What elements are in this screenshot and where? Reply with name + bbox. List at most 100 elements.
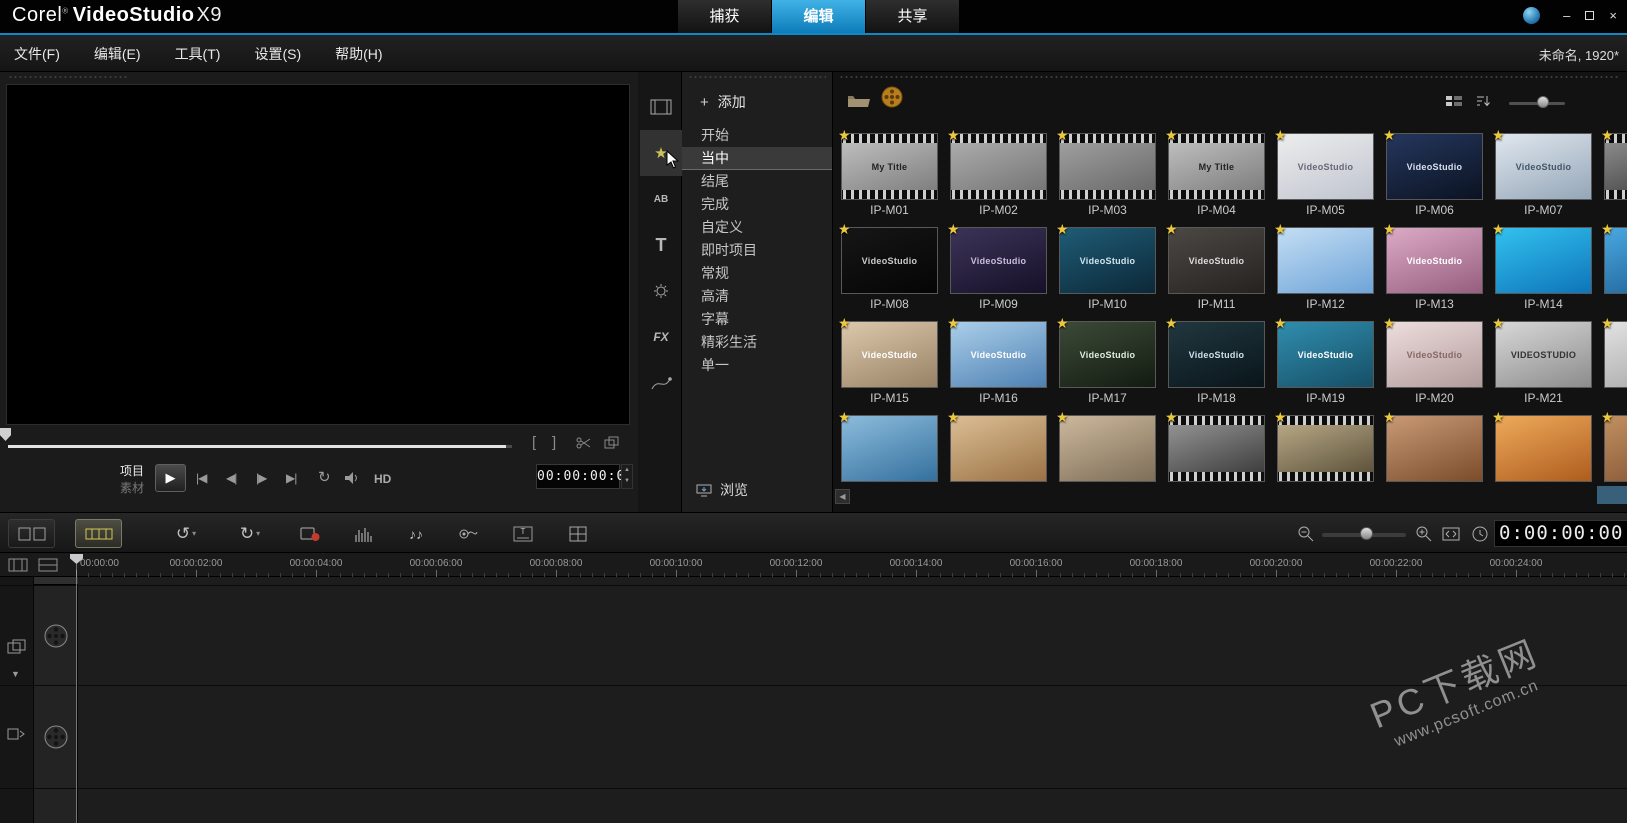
- gallery-thumbnail[interactable]: VideoStudio★: [1386, 321, 1483, 388]
- timecode-stepper[interactable]: ▲ ▼: [621, 464, 633, 489]
- gallery-item[interactable]: ★: [1380, 412, 1489, 487]
- gallery-scroll-left-button[interactable]: ◀: [835, 489, 850, 504]
- mark-out-button[interactable]: ]: [552, 434, 556, 451]
- gallery-item-ip-m17[interactable]: VideoStudio★IP-M17: [1053, 318, 1162, 412]
- gallery-thumbnail[interactable]: ★: [1495, 227, 1592, 294]
- gallery-item-ip-m02[interactable]: ★IP-M02: [944, 130, 1053, 224]
- thumbnail-size-knob[interactable]: [1537, 96, 1549, 108]
- gallery-thumbnail[interactable]: ★: [1604, 321, 1627, 388]
- gallery-item-ip-m01[interactable]: My Title★IP-M01: [835, 130, 944, 224]
- tab-edit[interactable]: 编辑: [772, 0, 865, 33]
- gallery-item-ip-m12[interactable]: ★IP-M12: [1271, 224, 1380, 318]
- filter-icon[interactable]: FX: [640, 314, 682, 360]
- category-item[interactable]: 自定义: [682, 216, 832, 239]
- gallery-thumbnail[interactable]: VideoStudio★: [950, 321, 1047, 388]
- gallery-thumbnail[interactable]: VideoStudio★: [1059, 227, 1156, 294]
- menu-item-help[interactable]: 帮助(H): [335, 44, 382, 64]
- category-item[interactable]: 当中: [682, 147, 832, 170]
- gallery-thumbnail[interactable]: VideoStudio★: [1168, 227, 1265, 294]
- undo-button[interactable]: ↺▾: [168, 519, 204, 548]
- gallery-item[interactable]: ★: [835, 412, 944, 487]
- gallery-item[interactable]: ★: [1053, 412, 1162, 487]
- gallery-thumbnail[interactable]: ★: [1604, 415, 1627, 482]
- home-button[interactable]: |◀: [196, 471, 206, 485]
- gallery-item-ip-m21[interactable]: VIDEOSTUDIO★IP-M21: [1489, 318, 1598, 412]
- project-mode-label[interactable]: 项目: [120, 462, 144, 479]
- add-category-button[interactable]: +添加: [700, 92, 746, 112]
- motion-tracking-icon[interactable]: [450, 519, 486, 548]
- gallery-item-ip-m18[interactable]: VideoStudio★IP-M18: [1162, 318, 1271, 412]
- gallery-thumbnail[interactable]: ★: [1604, 227, 1627, 294]
- category-item[interactable]: 单一: [682, 354, 832, 377]
- gallery-thumbnail[interactable]: ★: [1059, 415, 1156, 482]
- gallery-item[interactable]: ★: [1598, 224, 1627, 318]
- close-button[interactable]: ×: [1609, 9, 1617, 22]
- gallery-item-ip-m15[interactable]: VideoStudio★IP-M15: [835, 318, 944, 412]
- menu-item-edit[interactable]: 编辑(E): [94, 44, 141, 64]
- browse-button[interactable]: 浏览: [696, 480, 748, 500]
- gallery-item-ip-m13[interactable]: VideoStudio★IP-M13: [1380, 224, 1489, 318]
- gallery-thumbnail[interactable]: VideoStudio★: [841, 321, 938, 388]
- redo-button[interactable]: ↻▾: [232, 519, 268, 548]
- zoom-out-icon[interactable]: [1292, 519, 1318, 548]
- scrub-marker[interactable]: [0, 428, 11, 441]
- gallery-item[interactable]: ★: [1598, 130, 1627, 224]
- gallery-item-ip-m10[interactable]: VideoStudio★IP-M10: [1053, 224, 1162, 318]
- gallery-item-ip-m04[interactable]: My Title★IP-M04: [1162, 130, 1271, 224]
- gallery-thumbnail[interactable]: ★: [1604, 133, 1627, 200]
- gallery-thumbnail[interactable]: ★: [841, 415, 938, 482]
- gallery-item[interactable]: ★: [1271, 412, 1380, 487]
- overlay-track-icon[interactable]: [43, 724, 69, 750]
- gallery-item[interactable]: ★: [1162, 412, 1271, 487]
- timeline-ruler[interactable]: 00:00:0000:00:02:0000:00:04:0000:00:06:0…: [0, 553, 1627, 577]
- gallery-thumbnail[interactable]: VideoStudio★: [1277, 133, 1374, 200]
- track-manager-icon[interactable]: [8, 558, 28, 572]
- menu-item-settings[interactable]: 设置(S): [254, 44, 301, 64]
- split-clip-icon[interactable]: [576, 436, 592, 450]
- auto-music-icon[interactable]: ♪♪: [398, 519, 434, 548]
- category-item[interactable]: 精彩生活: [682, 331, 832, 354]
- gallery-item-ip-m08[interactable]: VideoStudio★IP-M08: [835, 224, 944, 318]
- gallery-thumbnail[interactable]: My Title★: [841, 133, 938, 200]
- gallery-thumbnail[interactable]: ★: [950, 415, 1047, 482]
- gallery-thumbnail[interactable]: ★: [1495, 415, 1592, 482]
- gallery-thumbnail[interactable]: ★: [950, 133, 1047, 200]
- clip-mode-label[interactable]: 素材: [120, 479, 144, 496]
- gallery-item[interactable]: ★: [944, 412, 1053, 487]
- gallery-item-ip-m14[interactable]: ★IP-M14: [1489, 224, 1598, 318]
- gallery-thumbnail[interactable]: VideoStudio★: [1495, 133, 1592, 200]
- gallery-thumbnail[interactable]: VideoStudio★: [1059, 321, 1156, 388]
- gallery-item-ip-m07[interactable]: VideoStudio★IP-M07: [1489, 130, 1598, 224]
- repeat-button[interactable]: ↻: [318, 468, 331, 486]
- gallery-thumbnail[interactable]: My Title★: [1168, 133, 1265, 200]
- split-screen-template-icon[interactable]: [560, 519, 596, 548]
- gallery-thumbnail[interactable]: VideoStudio★: [950, 227, 1047, 294]
- gallery-thumbnail[interactable]: VIDEOSTUDIO★: [1495, 321, 1592, 388]
- sound-mixer-icon[interactable]: [346, 519, 382, 548]
- play-button[interactable]: ▶: [155, 464, 186, 492]
- storyboard-view-button[interactable]: [8, 519, 55, 548]
- clock-icon[interactable]: [1468, 519, 1492, 548]
- category-item[interactable]: 字幕: [682, 308, 832, 331]
- stepper-down-icon[interactable]: ▼: [622, 476, 632, 487]
- ruler-ticks[interactable]: 00:00:0000:00:02:0000:00:04:0000:00:06:0…: [76, 553, 1627, 577]
- video-track-icon[interactable]: [43, 623, 69, 649]
- track-options-icon[interactable]: [7, 639, 27, 655]
- category-item[interactable]: 高清: [682, 285, 832, 308]
- gallery-item-ip-m11[interactable]: VideoStudio★IP-M11: [1162, 224, 1271, 318]
- gallery-item-ip-m05[interactable]: VideoStudio★IP-M05: [1271, 130, 1380, 224]
- gallery-thumbnail[interactable]: VideoStudio★: [1168, 321, 1265, 388]
- maximize-button[interactable]: [1585, 9, 1594, 22]
- ruler-options-icon[interactable]: [38, 558, 58, 572]
- gallery-item-ip-m20[interactable]: VideoStudio★IP-M20: [1380, 318, 1489, 412]
- volume-icon[interactable]: [344, 471, 360, 485]
- graphic-icon[interactable]: [640, 268, 682, 314]
- folder-open-icon[interactable]: [847, 92, 871, 109]
- subtitle-editor-icon[interactable]: T: [505, 519, 541, 548]
- gallery-item-ip-m19[interactable]: VideoStudio★IP-M19: [1271, 318, 1380, 412]
- film-reel-icon[interactable]: [881, 86, 903, 108]
- category-item[interactable]: 开始: [682, 124, 832, 147]
- motion-path-icon[interactable]: [640, 360, 682, 406]
- tab-capture[interactable]: 捕获: [678, 0, 771, 33]
- gallery-thumbnail[interactable]: ★: [1277, 227, 1374, 294]
